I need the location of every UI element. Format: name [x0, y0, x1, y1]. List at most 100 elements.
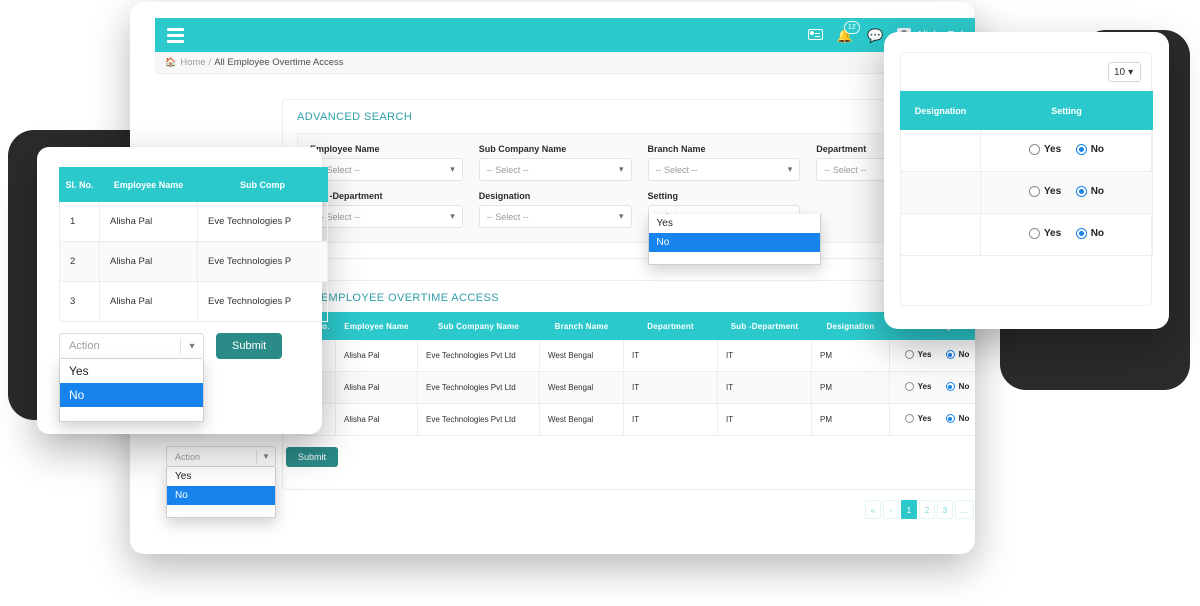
designation-select[interactable]: -- Select -- ▾ [479, 205, 632, 228]
pagination: « ‹ 1 2 3 … 19 20 › » [865, 500, 975, 519]
chevron-down-icon: ▾ [788, 164, 793, 175]
pagination-first[interactable]: « [865, 500, 881, 519]
radio-no[interactable]: No [1076, 186, 1104, 197]
radio-yes[interactable]: Yes [905, 382, 932, 391]
cell-sub-company-name: Eve Technologies P [198, 282, 328, 322]
radio-no-label: No [1091, 186, 1104, 197]
radio-no[interactable]: No [1076, 228, 1104, 239]
table-row: 1 Alisha Pal Eve Technologies P [60, 202, 328, 242]
dropdown-padding [167, 505, 275, 517]
radio-no[interactable]: No [946, 350, 970, 359]
card-left-action-placeholder: Action [69, 340, 100, 352]
pagination-page-2[interactable]: 2 [919, 500, 935, 519]
table-row: 3 Alisha Pal Eve Technologies P [60, 282, 328, 322]
radio-yes-icon [905, 382, 914, 391]
bell-icon[interactable]: 🔔12 [837, 29, 853, 42]
list-panel-title: ALL EMPLOYEE OVERTIME ACCESS [283, 281, 975, 312]
table-row: 3 Alisha Pal Eve Technologies Pvt Ltd We… [298, 404, 976, 436]
list-action-select[interactable]: Action ▾ [166, 446, 276, 467]
card-left-table: Sl. No. Employee Name Sub Comp 1 Alisha … [59, 167, 328, 322]
table-row: 2 Alisha Pal Eve Technologies P [60, 242, 328, 282]
radio-no-icon [1076, 144, 1087, 155]
card-left-action-row: Action ▾ Yes No Submit [37, 322, 322, 359]
select-value: -- Select -- [487, 212, 529, 222]
sub-company-name-select[interactable]: -- Select -- ▾ [479, 158, 632, 181]
card-left-submit-button[interactable]: Submit [216, 333, 282, 359]
breadcrumb-home[interactable]: 🏠 Home [165, 57, 206, 68]
field-label: Branch Name [648, 144, 801, 154]
advanced-search-panel: ADVANCED SEARCH Employee Name -- Select … [282, 99, 975, 259]
list-submit-button[interactable]: Submit [286, 447, 338, 467]
cell-setting: Yes No [890, 372, 976, 404]
field-label: Designation [479, 191, 632, 201]
dropdown-option-yes[interactable]: Yes [60, 359, 203, 383]
field-setting: Setting -- Select -- ▾ Yes No [648, 191, 801, 228]
th-sl-no: Sl. No. [60, 168, 100, 202]
radio-yes-icon [1029, 144, 1040, 155]
floating-card-left: Sl. No. Employee Name Sub Comp 1 Alisha … [37, 147, 322, 434]
branch-name-select[interactable]: -- Select -- ▾ [648, 158, 801, 181]
cell-sub-department: IT [718, 372, 812, 404]
table-row: 2 Alisha Pal Eve Technologies Pvt Ltd We… [298, 372, 976, 404]
field-sub-department: Sub -Department -- Select -- ▾ [310, 191, 463, 228]
sub-department-select[interactable]: -- Select -- ▾ [310, 205, 463, 228]
chevron-down-icon: ▾ [1128, 67, 1133, 78]
pagination-page-1[interactable]: 1 [901, 500, 917, 519]
th-setting: Setting [981, 92, 1153, 130]
field-label: Setting [648, 191, 801, 201]
setting-dropdown-menu[interactable]: Yes No [648, 214, 821, 265]
dropdown-option-no[interactable]: No [60, 383, 203, 407]
radio-yes-label: Yes [1044, 186, 1061, 197]
radio-no[interactable]: No [1076, 144, 1104, 155]
radio-yes-icon [905, 414, 914, 423]
chat-bubble-icon[interactable]: 💬 [867, 29, 883, 42]
hamburger-icon[interactable] [167, 28, 184, 43]
list-action-row: Action ▾ Yes No Submit [166, 446, 338, 467]
dropdown-option-yes[interactable]: Yes [167, 467, 275, 486]
cell-setting: Yes No [890, 340, 976, 372]
dropdown-option-no[interactable]: No [649, 233, 820, 252]
chevron-down-icon: ▾ [257, 451, 275, 462]
dropdown-padding [60, 407, 203, 421]
radio-no[interactable]: No [946, 414, 970, 423]
table-header-row: Designation Setting [901, 92, 1153, 130]
radio-yes[interactable]: Yes [1029, 186, 1061, 197]
radio-yes[interactable]: Yes [905, 414, 932, 423]
card-left-action-dropdown-menu[interactable]: Yes No [59, 359, 204, 422]
cell-branch-name: West Bengal [540, 404, 624, 436]
advanced-search-grid-row1: Employee Name -- Select -- ▾ Sub Company… [310, 144, 969, 181]
table-row: Yes No [901, 214, 1153, 256]
radio-no-label: No [959, 350, 970, 359]
cell-branch-name: West Bengal [540, 340, 624, 372]
cell-employee-name: Alisha Pal [100, 282, 198, 322]
field-employee-name: Employee Name -- Select -- ▾ [310, 144, 463, 181]
id-card-icon[interactable] [808, 29, 823, 42]
page-length-select[interactable]: 10 ▾ [1108, 62, 1141, 82]
cell-sub-department: IT [718, 404, 812, 436]
home-icon: 🏠 [165, 57, 176, 68]
cell-sub-company-name: Eve Technologies Pvt Ltd [418, 372, 540, 404]
radio-yes[interactable]: Yes [1029, 144, 1061, 155]
radio-yes-label: Yes [918, 382, 932, 391]
cell-designation [901, 214, 981, 256]
pagination-ellipsis: … [955, 500, 974, 519]
cell-sub-company-name: Eve Technologies P [198, 202, 328, 242]
radio-no[interactable]: No [946, 382, 970, 391]
dropdown-option-no[interactable]: No [167, 486, 275, 505]
list-action-dropdown-menu[interactable]: Yes No [166, 467, 276, 518]
overtime-access-list-panel: ALL EMPLOYEE OVERTIME ACCESS Sl. No. Emp… [282, 280, 975, 490]
cell-employee-name: Alisha Pal [336, 372, 418, 404]
field-label: Sub Company Name [479, 144, 632, 154]
cell-sl-no: 3 [60, 282, 100, 322]
card-right-toolbar: 10 ▾ [901, 53, 1151, 91]
employee-name-select[interactable]: -- Select -- ▾ [310, 158, 463, 181]
breadcrumb-separator: / [209, 57, 212, 68]
pagination-prev[interactable]: ‹ [883, 500, 899, 519]
dropdown-option-yes[interactable]: Yes [649, 214, 820, 233]
radio-no-icon [1076, 186, 1087, 197]
card-left-action-select[interactable]: Action ▾ [59, 333, 204, 359]
pagination-page-3[interactable]: 3 [937, 500, 953, 519]
radio-yes[interactable]: Yes [1029, 228, 1061, 239]
radio-no-label: No [959, 414, 970, 423]
radio-yes[interactable]: Yes [905, 350, 932, 359]
